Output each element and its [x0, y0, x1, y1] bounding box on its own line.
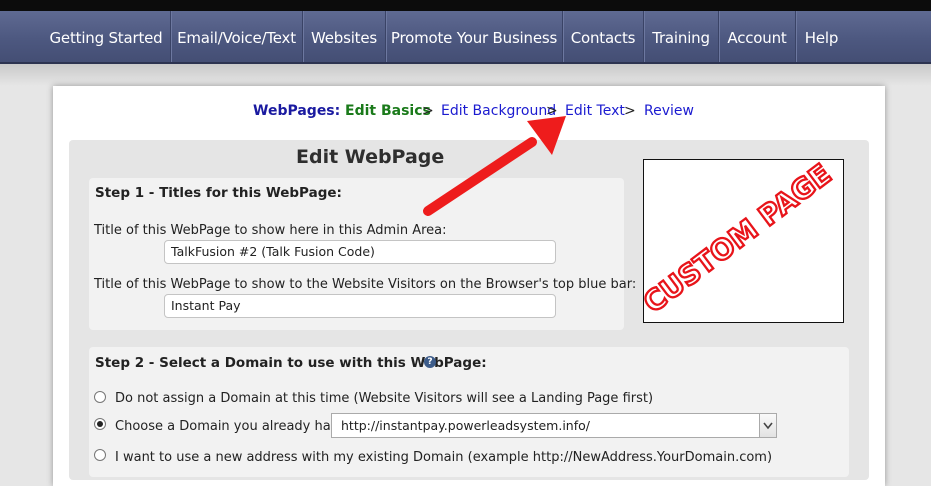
page-preview: CUSTOM PAGE	[643, 159, 844, 323]
stamp-text: CUSTOM PAGE	[644, 160, 837, 320]
breadcrumb-separator: >	[422, 103, 434, 119]
help-icon[interactable]: ?	[424, 356, 436, 368]
radio-new-address-label: I want to use a new address with my exis…	[115, 450, 773, 465]
nav-websites[interactable]: Websites	[303, 11, 385, 62]
breadcrumb: WebPages: Edit Basics > Edit Background …	[0, 103, 931, 119]
breadcrumb-edit-basics[interactable]: Edit Basics	[345, 103, 431, 119]
nav-shadow	[0, 64, 931, 86]
nav-help[interactable]: Help	[796, 11, 847, 62]
browser-title-input[interactable]: Instant Pay	[164, 294, 556, 318]
custom-page-stamp: CUSTOM PAGE	[644, 160, 838, 321]
nav-getting-started[interactable]: Getting Started	[42, 11, 170, 62]
page-title: Edit WebPage	[296, 146, 445, 168]
breadcrumb-separator: >	[624, 103, 636, 119]
radio-no-domain-label: Do not assign a Domain at this time (Web…	[115, 391, 654, 406]
domain-select[interactable]: http://instantpay.powerleadsystem.info/	[331, 413, 777, 438]
nav-account[interactable]: Account	[719, 11, 795, 62]
domain-select-value: http://instantpay.powerleadsystem.info/	[341, 418, 590, 433]
admin-title-input[interactable]: TalkFusion #2 (Talk Fusion Code)	[164, 240, 556, 264]
breadcrumb-edit-background[interactable]: Edit Background	[441, 103, 556, 119]
top-strip	[0, 0, 931, 11]
breadcrumb-edit-text[interactable]: Edit Text	[565, 103, 625, 119]
main-nav: Getting Started Email/Voice/Text Website…	[0, 11, 931, 64]
chevron-down-icon[interactable]	[759, 414, 776, 437]
nav-promote-your-business[interactable]: Promote Your Business	[386, 11, 562, 62]
breadcrumb-separator: >	[546, 103, 558, 119]
browser-title-label: Title of this WebPage to show to the Web…	[94, 277, 637, 292]
radio-existing-domain[interactable]	[94, 418, 106, 430]
admin-title-label: Title of this WebPage to show here in th…	[94, 223, 447, 238]
breadcrumb-lead: WebPages:	[253, 103, 341, 119]
nav-email-voice-text[interactable]: Email/Voice/Text	[171, 11, 302, 62]
radio-new-address[interactable]	[94, 449, 106, 461]
nav-training[interactable]: Training	[644, 11, 718, 62]
radio-no-domain[interactable]	[94, 391, 106, 403]
breadcrumb-review[interactable]: Review	[644, 103, 694, 119]
radio-existing-domain-label: Choose a Domain you already have:	[115, 419, 351, 434]
nav-contacts[interactable]: Contacts	[563, 11, 643, 62]
step1-title: Step 1 - Titles for this WebPage:	[95, 185, 342, 201]
